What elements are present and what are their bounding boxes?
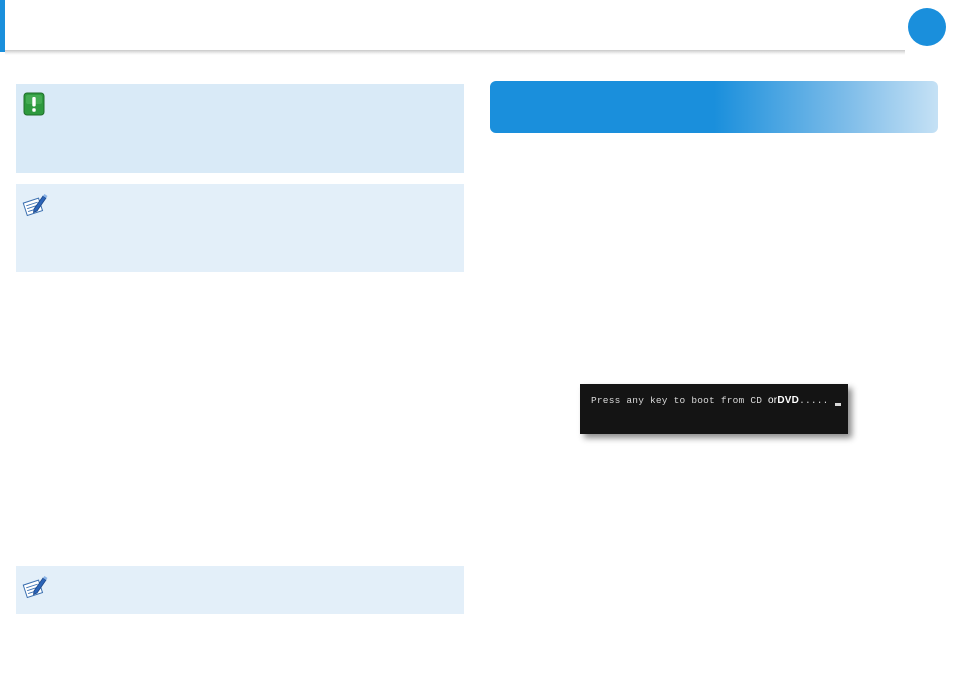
boot-prompt-dots: ..... bbox=[799, 395, 829, 406]
text-cursor bbox=[834, 403, 841, 406]
section-heading-banner bbox=[490, 81, 938, 133]
boot-prompt-or: or bbox=[768, 395, 778, 406]
exclamation-icon bbox=[23, 92, 45, 116]
boot-prompt-dvd: DVD bbox=[777, 395, 800, 406]
pen-note-icon bbox=[22, 576, 48, 599]
boot-prompt-screenshot: Press any key to boot from CD orDVD..... bbox=[580, 384, 848, 434]
boot-prompt-main: Press any key to boot from CD bbox=[591, 395, 763, 406]
chapter-badge bbox=[908, 8, 946, 46]
note-box bbox=[16, 184, 464, 272]
note-box bbox=[16, 566, 464, 614]
boot-prompt-text: Press any key to boot from CD orDVD..... bbox=[591, 395, 841, 406]
header-divider bbox=[5, 50, 905, 55]
header-accent-bar bbox=[0, 0, 5, 52]
caution-box bbox=[16, 84, 464, 173]
pen-note-icon bbox=[22, 194, 48, 217]
